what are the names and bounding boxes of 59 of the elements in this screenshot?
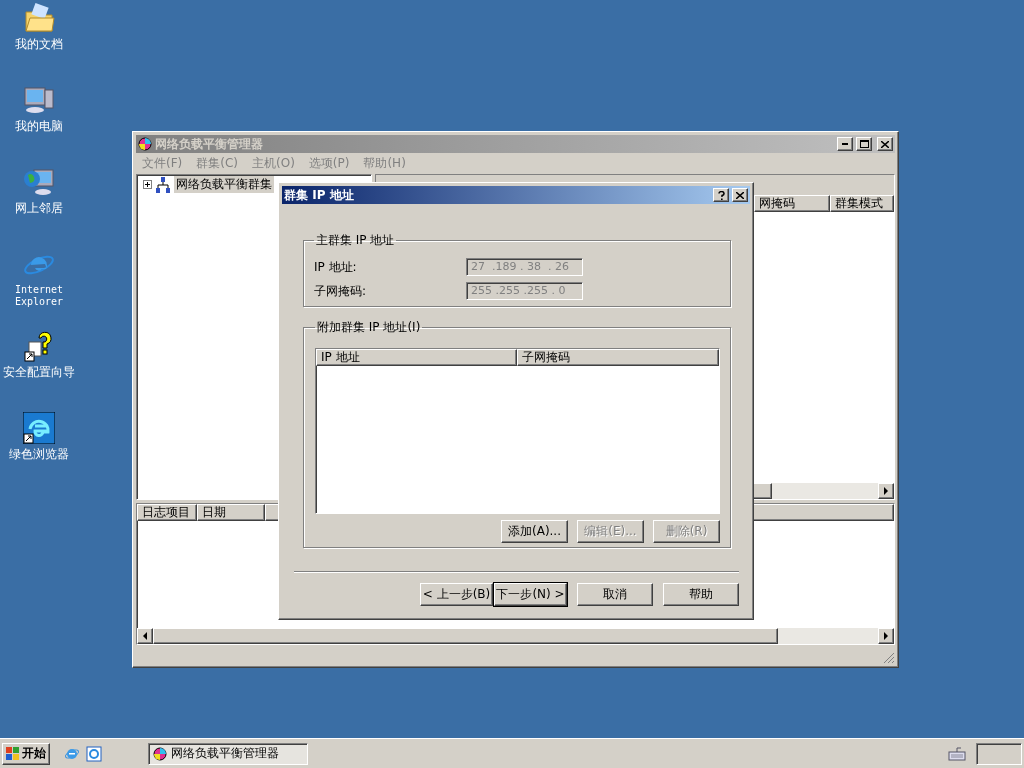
- group-title: 主群集 IP 地址: [315, 232, 396, 249]
- expand-icon[interactable]: [143, 180, 152, 189]
- list-action-button[interactable]: 添加(A)...: [501, 520, 568, 543]
- column-header[interactable]: 日志项目: [137, 504, 197, 521]
- column-header[interactable]: 网掩码: [754, 195, 830, 212]
- minimize-button[interactable]: [837, 137, 853, 151]
- wizard-button[interactable]: 取消: [577, 583, 653, 606]
- question-mark-icon: [717, 190, 725, 200]
- field-label: 子网掩码:: [314, 282, 368, 300]
- maximize-button[interactable]: [856, 137, 872, 151]
- menu-item[interactable]: 选项(P): [308, 155, 350, 171]
- wizard-button[interactable]: 帮助: [663, 583, 739, 606]
- wizard-button[interactable]: 下一步(N) >: [494, 583, 567, 606]
- menu-item[interactable]: 帮助(H): [363, 155, 406, 171]
- group-title: 附加群集 IP 地址(I): [316, 319, 422, 336]
- notification-area: [976, 742, 1022, 765]
- maximize-icon: [859, 140, 869, 148]
- computer-icon: [23, 84, 55, 116]
- cluster-icon: [155, 176, 171, 193]
- window-title: 网络负载平衡管理器: [155, 135, 264, 153]
- wizard-button[interactable]: < 上一步(B): [420, 583, 493, 606]
- network-icon: [23, 166, 55, 198]
- menu-item[interactable]: 文件(F): [142, 155, 183, 171]
- keyboard-icon[interactable]: [948, 746, 966, 761]
- column-header[interactable]: 日期: [197, 504, 265, 521]
- menu-item[interactable]: 主机(O): [252, 155, 295, 171]
- scroll-thumb[interactable]: [153, 628, 778, 644]
- desktop-icon-label[interactable]: 我的文档: [15, 38, 63, 52]
- help-wizard-icon: [23, 330, 55, 362]
- start-button[interactable]: 开始: [2, 742, 50, 765]
- folder-icon: [23, 2, 55, 34]
- scroll-right-icon[interactable]: [883, 632, 889, 640]
- desktop-icon-label[interactable]: 网上邻居: [15, 202, 63, 216]
- desktop-icon-label[interactable]: 安全配置向导: [3, 366, 75, 380]
- minimize-icon: [842, 143, 848, 145]
- column-header[interactable]: 子网掩码: [517, 349, 719, 366]
- app-icon: [138, 137, 152, 151]
- column-header[interactable]: IP 地址: [316, 349, 517, 366]
- desktop-shortcut-icon[interactable]: [86, 745, 102, 762]
- close-button[interactable]: [732, 188, 748, 202]
- help-button[interactable]: [713, 188, 729, 202]
- resize-grip-icon[interactable]: [883, 652, 895, 664]
- close-icon: [736, 191, 744, 199]
- scroll-right-icon[interactable]: [883, 487, 889, 495]
- browser-e-icon: [23, 412, 55, 444]
- column-header[interactable]: 群集模式: [830, 195, 894, 212]
- app-icon: [153, 746, 167, 761]
- close-icon: [881, 140, 889, 148]
- windows-flag-icon: [6, 746, 20, 761]
- close-button[interactable]: [877, 137, 893, 151]
- field-label: IP 地址:: [314, 258, 358, 276]
- tree-item[interactable]: 网络负载平衡群集: [174, 176, 274, 193]
- dialog-title: 群集 IP 地址: [284, 186, 355, 204]
- scroll-left-icon[interactable]: [142, 632, 148, 640]
- desktop-icon-label[interactable]: 我的电脑: [15, 120, 63, 134]
- desktop-icon-label[interactable]: 绿色浏览器: [9, 448, 69, 462]
- desktop-icon-label[interactable]: Internet Explorer: [9, 284, 69, 307]
- horizontal-scrollbar[interactable]: [137, 628, 894, 644]
- taskbar-button[interactable]: 网络负载平衡管理器: [148, 742, 308, 765]
